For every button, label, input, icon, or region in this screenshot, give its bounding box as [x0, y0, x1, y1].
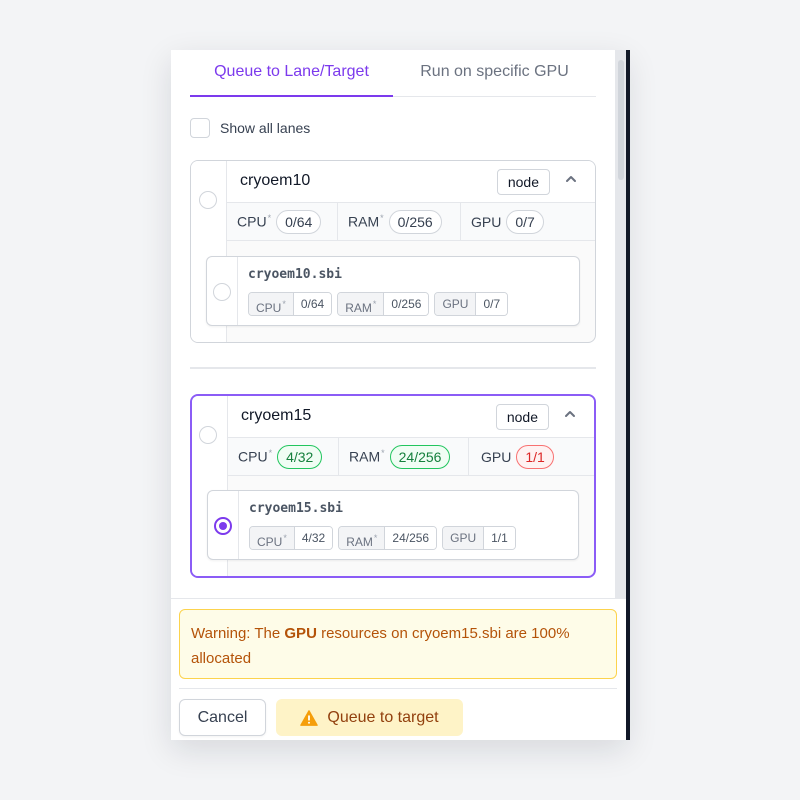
footer-divider [171, 598, 627, 599]
gpu-usage-pill: 1/1 [516, 444, 554, 469]
chip-label: GPU [443, 527, 485, 549]
ram-label: RAM [349, 448, 381, 465]
lane-radio-cryoem10[interactable] [199, 191, 217, 209]
target-radio-cryoem15-sbi[interactable] [214, 517, 232, 535]
warning-triangle-icon [300, 709, 319, 726]
warning-prefix: Warning: The [191, 625, 285, 642]
target-radio-column [207, 257, 238, 325]
ram-star: * [380, 213, 384, 224]
target-gpu-chip: GPU 1/1 [442, 526, 516, 550]
cpu-star: * [267, 213, 272, 224]
target-gpu-chip: GPU 0/7 [434, 292, 509, 316]
target-resource-chips: CPU* 0/64 RAM* 0/256 GPU 0/7 [248, 292, 513, 316]
chip-value: 0/7 [476, 293, 508, 315]
lane-list-scroll-region[interactable]: Queue to Lane/Target Run on specific GPU… [171, 50, 615, 598]
target-cpu-chip: CPU* 4/32 [249, 526, 334, 550]
queue-job-modal: Queue to Lane/Target Run on specific GPU… [171, 50, 627, 740]
ram-label: RAM [348, 213, 380, 230]
cpu-usage-pill: 4/32 [277, 444, 323, 469]
target-name: cryoem15.sbi [249, 501, 343, 516]
target-card-cryoem15-sbi[interactable]: cryoem15.sbi CPU* 4/32 RAM* 24/256 GPU 1… [207, 490, 579, 560]
chevron-up-icon[interactable] [560, 405, 580, 429]
ram-usage-pill: 24/256 [389, 444, 451, 469]
queue-to-target-label: Queue to target [327, 709, 439, 726]
ram-resource: RAM* 24/256 [339, 438, 469, 475]
chip-label: GPU [435, 293, 477, 315]
target-ram-chip: RAM* 0/256 [337, 292, 430, 316]
target-radio-column [208, 491, 239, 559]
lane-card-cryoem10[interactable]: cryoem10 node CPU* 0/64 RAM* 0/256 GPU 0… [190, 160, 596, 343]
ram-usage-pill: 0/256 [388, 209, 442, 234]
lane-radio-cryoem15[interactable] [199, 426, 217, 444]
gpu-label: GPU [481, 448, 512, 465]
chip-value: 4/32 [294, 527, 333, 549]
lane-resources-row: CPU* 4/32 RAM* 24/256 GPU 1/1 [228, 438, 594, 476]
target-card-cryoem10-sbi[interactable]: cryoem10.sbi CPU* 0/64 RAM* 0/256 GPU 0/… [206, 256, 580, 326]
window-edge [626, 50, 630, 740]
lane-resources-row: CPU* 0/64 RAM* 0/256 GPU 0/7 [227, 203, 595, 241]
cpu-resource: CPU* 4/32 [228, 438, 339, 475]
lane-name: cryoem10 [240, 172, 311, 189]
chip-label: CPU [256, 301, 282, 315]
tab-bar: Queue to Lane/Target Run on specific GPU [190, 50, 596, 97]
node-type-badge: node [496, 169, 550, 195]
warning-resource: GPU [284, 625, 317, 642]
cancel-button[interactable]: Cancel [179, 699, 266, 736]
gpu-usage-pill: 0/7 [506, 209, 544, 234]
tab-run-on-specific-gpu[interactable]: Run on specific GPU [393, 50, 596, 97]
chevron-up-icon-glyph [565, 411, 575, 417]
chip-label: RAM [345, 301, 372, 315]
gpu-resource: GPU 0/7 [461, 203, 595, 240]
chip-label: CPU [257, 535, 283, 549]
target-radio-cryoem10-sbi[interactable] [213, 283, 231, 301]
chip-value: 0/256 [384, 293, 429, 315]
target-resource-chips: CPU* 4/32 RAM* 24/256 GPU 1/1 [249, 526, 521, 550]
tab-queue-to-lane-target[interactable]: Queue to Lane/Target [190, 50, 393, 97]
lane-divider [190, 367, 596, 369]
ram-resource: RAM* 0/256 [338, 203, 461, 240]
cpu-star: * [268, 448, 273, 459]
show-all-lanes-checkbox[interactable] [190, 118, 210, 138]
cpu-usage-pill: 0/64 [276, 209, 322, 234]
target-ram-chip: RAM* 24/256 [338, 526, 438, 550]
gpu-label: GPU [471, 213, 502, 230]
chip-value: 0/64 [293, 293, 332, 315]
target-name: cryoem10.sbi [248, 267, 342, 282]
node-type-badge: node [495, 404, 549, 430]
lane-name: cryoem15 [241, 407, 312, 424]
show-all-lanes-label: Show all lanes [220, 120, 311, 136]
chip-value: 1/1 [484, 527, 515, 549]
chip-label: RAM [346, 535, 373, 549]
chevron-up-icon[interactable] [561, 170, 581, 194]
ram-star: * [381, 448, 385, 459]
chevron-up-icon-glyph [566, 176, 576, 182]
lane-header: cryoem15 node [228, 396, 594, 438]
cpu-label: CPU [237, 213, 267, 230]
queue-to-target-button[interactable]: Queue to target [276, 699, 463, 736]
cpu-label: CPU [238, 448, 268, 465]
lane-card-cryoem15[interactable]: cryoem15 node CPU* 4/32 RAM* 24/256 GPU … [190, 394, 596, 578]
target-cpu-chip: CPU* 0/64 [248, 292, 333, 316]
chip-value: 24/256 [385, 527, 437, 549]
actions-divider [179, 688, 617, 689]
gpu-allocation-warning: Warning: The GPU resources on cryoem15.s… [179, 609, 617, 679]
lane-header: cryoem10 node [227, 161, 595, 203]
gpu-resource: GPU 1/1 [469, 438, 594, 475]
scrollbar-thumb[interactable] [618, 60, 624, 180]
show-all-lanes-row[interactable]: Show all lanes [190, 118, 310, 138]
cpu-resource: CPU* 0/64 [227, 203, 338, 240]
